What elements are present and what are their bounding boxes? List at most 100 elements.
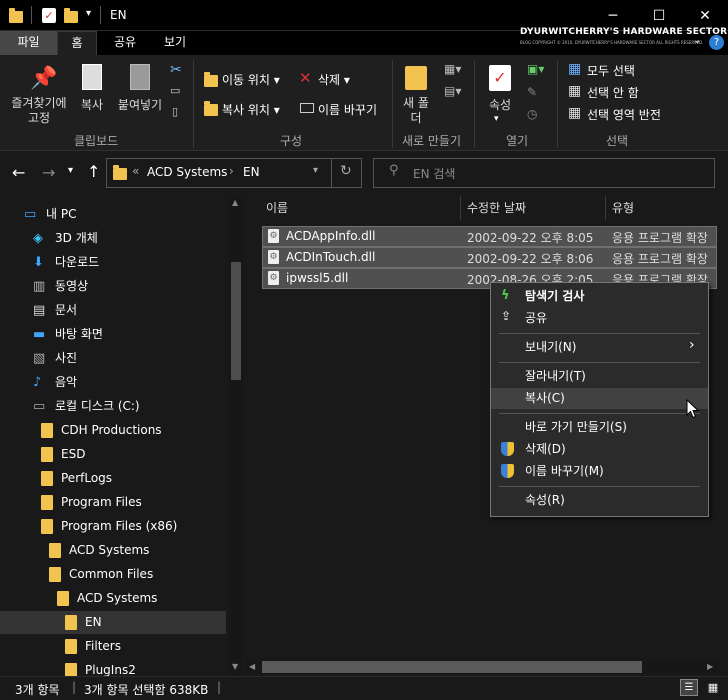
tree-item-label: EN xyxy=(85,615,102,629)
edit-icon[interactable]: ✎ xyxy=(527,85,537,99)
status-selected: 3개 항목 선택함 638KB xyxy=(84,683,209,697)
tree-item[interactable]: ▤ 문서 xyxy=(33,299,77,321)
menu-item-cut[interactable]: 잘라내기(T) xyxy=(491,366,708,387)
breadcrumb-acd-systems[interactable]: ACD Systems xyxy=(147,165,227,179)
column-date[interactable]: 수정한 날짜 xyxy=(467,199,526,216)
scroll-left-icon[interactable]: ◀ xyxy=(249,662,255,671)
easy-access-icon[interactable]: ▤▾ xyxy=(444,84,461,98)
tree-item[interactable]: ▧ 사진 xyxy=(33,347,77,369)
tree-item[interactable]: ▭ 로컬 디스크 (C:) xyxy=(33,395,140,417)
column-separator[interactable] xyxy=(460,196,461,220)
properties-button[interactable]: 속성 xyxy=(482,96,518,113)
refresh-icon[interactable]: ↻ xyxy=(340,163,352,179)
tree-item[interactable]: Common Files xyxy=(49,563,153,585)
breadcrumb-separator: › xyxy=(229,164,234,178)
copy-to-button[interactable]: 복사 위치 ▾ xyxy=(222,101,280,118)
tree-item-label: 내 PC xyxy=(46,207,77,221)
tree-item[interactable]: ACD Systems xyxy=(57,587,157,609)
recent-dropdown-icon[interactable]: ▾ xyxy=(68,165,73,176)
menu-item-rename[interactable]: 이름 바꾸기(M) xyxy=(491,461,708,482)
tree-item-label: 바탕 화면 xyxy=(55,327,103,341)
scroll-down-icon[interactable]: ▼ xyxy=(232,662,238,671)
properties-quick-icon[interactable]: ✓ xyxy=(42,8,56,23)
tree-item[interactable]: CDH Productions xyxy=(41,419,162,441)
tree-item[interactable]: PerfLogs xyxy=(41,467,112,489)
new-folder-button[interactable]: 새 폴더 xyxy=(398,96,434,126)
file-date: 2002-09-22 오후 8:06 xyxy=(467,252,594,266)
help-icon[interactable]: ? xyxy=(709,35,724,50)
tree-item[interactable]: Filters xyxy=(65,635,121,657)
details-view-icon[interactable]: ☰ xyxy=(680,679,698,696)
column-separator[interactable] xyxy=(605,196,606,220)
pc-icon: ▭ xyxy=(24,207,37,222)
file-name: ACDInTouch.dll xyxy=(286,250,376,264)
menu-item-delete[interactable]: 삭제(D) xyxy=(491,439,708,460)
forward-icon[interactable]: → xyxy=(42,163,55,182)
rename-button[interactable]: 이름 바꾸기 xyxy=(318,101,377,118)
quick-access-dropdown-icon[interactable]: ▾ xyxy=(86,8,91,19)
tree-item[interactable]: ◈ 3D 개체 xyxy=(33,227,98,249)
pin-icon: 📌 xyxy=(30,66,58,91)
tree-item[interactable]: EN xyxy=(65,611,102,633)
menu-item-scan[interactable]: 탐색기 검사 xyxy=(491,286,708,307)
menu-item-share[interactable]: 공유 xyxy=(491,308,708,329)
address-overflow[interactable]: « xyxy=(132,164,139,178)
column-name[interactable]: 이름 xyxy=(266,199,288,216)
invert-selection-button[interactable]: 선택 영역 반전 xyxy=(587,106,661,123)
properties-icon: ✓ xyxy=(489,65,511,91)
download-icon: ⬇ xyxy=(33,255,44,270)
menu-item-properties[interactable]: 속성(R) xyxy=(491,490,708,511)
move-to-button[interactable]: 이동 위치 ▾ xyxy=(222,71,280,88)
open-icon[interactable]: ▣▾ xyxy=(527,62,544,76)
tree-item[interactable]: ▬ 바탕 화면 xyxy=(33,323,103,345)
new-folder-icon xyxy=(405,66,427,90)
select-all-button[interactable]: 모두 선택 xyxy=(587,62,635,79)
tree-item[interactable]: ESD xyxy=(41,443,85,465)
scroll-up-icon[interactable]: ▲ xyxy=(232,198,238,207)
rename-icon xyxy=(300,103,314,113)
tree-item[interactable]: ACD Systems xyxy=(49,539,149,561)
back-icon[interactable]: ← xyxy=(12,163,25,182)
tree-item[interactable]: ▭ 내 PC xyxy=(24,203,76,225)
address-bar[interactable] xyxy=(106,158,362,188)
menu-item-send-to[interactable]: 보내기(N) xyxy=(491,337,708,358)
search-input[interactable]: EN 검색 xyxy=(413,165,455,182)
tree-item[interactable]: Program Files xyxy=(41,491,142,513)
tab-view[interactable]: 보기 xyxy=(150,31,200,55)
cut-icon[interactable]: ✂ xyxy=(170,62,182,78)
copy-button[interactable]: 복사 xyxy=(75,96,109,113)
tab-home[interactable]: 홈 xyxy=(57,31,97,55)
new-item-icon[interactable]: ▦▾ xyxy=(444,62,461,76)
paste-shortcut-icon[interactable]: ▯ xyxy=(172,105,178,118)
file-name: ACDAppInfo.dll xyxy=(286,229,376,243)
address-dropdown-icon[interactable]: ▾ xyxy=(313,165,318,176)
pin-button[interactable]: 즐겨찾기에 고정 xyxy=(6,96,72,126)
group-select: 선택 xyxy=(606,134,629,148)
tree-scroll-thumb[interactable] xyxy=(231,262,241,380)
paste-button[interactable]: 붙여넣기 xyxy=(114,96,166,113)
picture-icon: ▧ xyxy=(33,351,46,366)
tab-file[interactable]: 파일 xyxy=(0,31,57,55)
breadcrumb-en[interactable]: EN xyxy=(243,165,260,179)
tree-item[interactable]: ▥ 동영상 xyxy=(33,275,88,297)
history-icon[interactable]: ◷ xyxy=(527,107,537,121)
tree-item-label: 로컬 디스크 (C:) xyxy=(55,399,140,413)
ribbon-collapse-icon[interactable]: ⌄ xyxy=(693,35,701,46)
copy-path-icon[interactable]: ▭ xyxy=(170,84,180,97)
delete-button[interactable]: 삭제 ▾ xyxy=(318,71,350,88)
tree-item[interactable]: ♪ 음악 xyxy=(33,371,77,393)
select-none-button[interactable]: 선택 안 함 xyxy=(587,84,639,101)
large-icons-view-icon[interactable]: ▦ xyxy=(704,679,722,696)
menu-separator xyxy=(499,413,700,414)
new-folder-quick-icon[interactable] xyxy=(64,8,78,23)
menu-item-copy[interactable]: 복사(C) xyxy=(491,388,708,409)
tree-item[interactable]: ⬇ 다운로드 xyxy=(33,251,99,273)
horizontal-scroll-thumb[interactable] xyxy=(262,661,642,673)
up-icon[interactable]: ↑ xyxy=(87,162,100,181)
tree-item[interactable]: Program Files (x86) xyxy=(41,515,177,537)
properties-dropdown-icon[interactable]: ▾ xyxy=(494,114,499,124)
scroll-right-icon[interactable]: ▶ xyxy=(707,662,713,671)
menu-item-create-shortcut[interactable]: 바로 가기 만들기(S) xyxy=(491,417,708,438)
tab-share[interactable]: 공유 xyxy=(100,31,150,55)
column-type[interactable]: 유형 xyxy=(612,199,634,216)
